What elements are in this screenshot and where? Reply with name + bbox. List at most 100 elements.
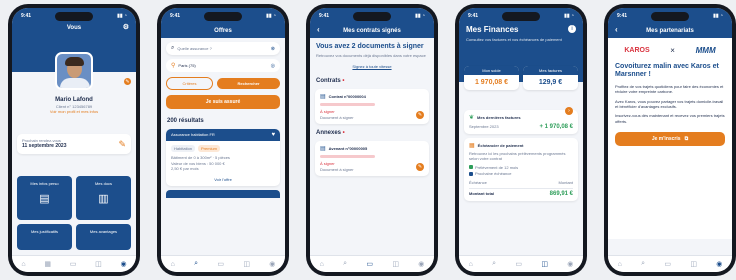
contract-icon[interactable]: ▭	[217, 260, 224, 268]
offer-line: 2,50 € par mois	[171, 166, 199, 172]
wallet-icon[interactable]: ◫	[541, 260, 548, 268]
insured-button[interactable]: Je suis assuré	[166, 95, 280, 109]
home-icon[interactable]: ⌂	[618, 261, 622, 268]
invoices-value: 129,9 €	[538, 79, 563, 87]
contract-icon[interactable]: ▭	[366, 260, 373, 268]
back-arrow-icon[interactable]: ‹	[317, 25, 320, 34]
balance-value: 1 970,08 €	[474, 79, 509, 87]
status-time: 9:41	[21, 13, 32, 19]
next-offer-card[interactable]	[166, 190, 280, 199]
leaf-icon: ❦	[469, 115, 475, 121]
tab-bar: ⌂ ▦ ▭ ◫ ◉	[12, 255, 136, 272]
tab-bar: ⌂ ⌕ ▭ ◫ ◉	[608, 255, 732, 272]
search-tab-icon[interactable]: ⌕	[194, 260, 198, 268]
contracts-section-title: Contrats •	[316, 78, 345, 85]
user-icon[interactable]: ◉	[418, 260, 424, 268]
invoices-box[interactable]: Mes factures 129,9 €	[523, 66, 578, 91]
sign-pen-icon[interactable]: ✎	[416, 111, 424, 120]
results-count: 200 résultats	[167, 118, 204, 124]
progress-strip	[320, 155, 375, 159]
contract-card[interactable]: ▤ Contrat n°00000004 À signer Document à …	[315, 89, 429, 125]
file-icon: ▤	[320, 146, 326, 153]
tile-personal-info[interactable]: Mes infos perso ▤	[17, 176, 72, 220]
external-link-icon: ⧉	[684, 136, 689, 143]
payment-schedule-card[interactable]: ▦ Échéancier de paiement Retrouvez ici le…	[464, 138, 578, 201]
offer-title: Assurance habitation FR	[171, 132, 215, 138]
phone-partnerships: 9:41 ▮▮ ◔ ‹ Mes partenariats KAROS × MMM …	[604, 4, 736, 276]
page-title: Mes contrats signés	[343, 27, 401, 34]
contract-icon[interactable]: ▭	[515, 260, 522, 268]
search-tab-icon[interactable]: ⌕	[343, 260, 347, 268]
total-value: 869,91 €	[549, 190, 573, 197]
locate-icon[interactable]: ◎	[271, 63, 275, 69]
home-icon[interactable]: ⌂	[21, 261, 25, 268]
contract-title: Contrat n°00000004	[328, 94, 366, 100]
search-tab-icon[interactable]: ⌕	[492, 260, 496, 268]
page-title: Mes Finances	[466, 25, 519, 34]
tab-bar: ⌂ ⌕ ▭ ◫ ◉	[161, 255, 285, 272]
close-icon[interactable]: ⊗	[271, 46, 275, 52]
wallet-icon[interactable]: ◫	[392, 260, 399, 268]
search-tab-icon[interactable]: ⌕	[641, 260, 645, 268]
phone-finances: 9:41 ▮▮ ◔ Mes Finances i Consultez vos fa…	[455, 4, 587, 276]
see-offer-link[interactable]: Voir l'offre	[171, 177, 275, 182]
progress-strip	[320, 103, 375, 107]
chevron-right-icon[interactable]: ›	[565, 107, 573, 115]
heart-icon[interactable]: ♥	[271, 132, 275, 138]
tab-bar: ⌂ ⌕ ▭ ◫ ◉	[310, 255, 434, 272]
annexes-section-title: Annexes •	[316, 130, 345, 137]
invoice-amount: + 1 970,08 €	[539, 124, 573, 130]
balance-box[interactable]: Mon solde 1 970,08 €	[464, 66, 519, 91]
tile-proofs[interactable]: Mes justificatifs	[17, 224, 72, 250]
criteria-button[interactable]: Critères	[166, 77, 213, 90]
pen-icon: ✎	[118, 138, 126, 149]
next-appointment-card[interactable]: Prochain rendez-vous 11 septembre 2023 ✎	[17, 134, 131, 155]
annex-card[interactable]: ▤ Avenant n°00000005 À signer Document à …	[315, 141, 429, 176]
invoice-date: Septembre 2023	[469, 124, 499, 130]
paragraph: Avec Karos, vous pouvez partager vos tra…	[615, 98, 724, 109]
finances-subtitle: Consultez vos factures et vos échéances …	[466, 37, 562, 42]
annex-title: Avenant n°00000005	[328, 145, 368, 151]
signature-subtext: Retrouvez vos documents déjà disponibles…	[316, 53, 426, 59]
user-icon[interactable]: ◉	[120, 260, 126, 268]
wallet-icon[interactable]: ◫	[243, 260, 250, 268]
offer-card[interactable]: Assurance habitation FR ♥ Habitation Pre…	[166, 129, 280, 187]
user-icon[interactable]: ◉	[716, 260, 722, 268]
karos-logo: KAROS	[624, 47, 650, 54]
user-icon[interactable]: ◉	[269, 260, 275, 268]
wallet-icon[interactable]: ◫	[95, 260, 102, 268]
user-icon[interactable]: ◉	[567, 260, 573, 268]
home-icon[interactable]: ⌂	[171, 261, 175, 268]
sign-pen-icon[interactable]: ✎	[416, 162, 424, 171]
signup-button[interactable]: Je m'inscris ⧉	[615, 132, 725, 147]
user-name: Mario Lafond	[55, 97, 93, 103]
partner-logos: KAROS × MMM	[608, 38, 732, 59]
search-button[interactable]: Rechercher	[217, 78, 280, 89]
home-icon[interactable]: ⌂	[469, 261, 473, 268]
chart-icon[interactable]: ▦	[44, 260, 51, 268]
profile-link[interactable]: Voir mon profil et mes infos	[12, 109, 136, 114]
contract-icon[interactable]: ▭	[70, 260, 77, 268]
avatar	[55, 52, 93, 90]
tile-benefits[interactable]: Mes avantages	[76, 224, 131, 250]
offer-badge: Premium	[198, 145, 221, 153]
tab-bar: ⌂ ⌕ ▭ ◫ ◉	[459, 255, 583, 272]
paragraph: Inscrivez-vous dès maintenant et recevez…	[615, 113, 725, 124]
tile-documents[interactable]: Mes docs ▥	[76, 176, 131, 220]
gear-icon[interactable]: ⚙	[123, 23, 129, 31]
id-card-icon: ▤	[39, 193, 50, 206]
home-icon[interactable]: ⌂	[320, 261, 324, 268]
location-field[interactable]: ⚲ Paris (75) ◎	[166, 59, 280, 72]
cross-icon: ×	[670, 46, 675, 55]
sign-link[interactable]: Signez à toute vitesse	[316, 64, 428, 69]
info-icon[interactable]: i	[568, 25, 576, 33]
wallet-icon[interactable]: ◫	[690, 260, 697, 268]
contract-icon[interactable]: ▭	[664, 260, 671, 268]
paragraph: Profitez de vos trajets quotidiens pour …	[615, 83, 724, 95]
search-input[interactable]: ⌕ Quelle assurance ? ⊗	[166, 42, 280, 55]
phone-offers: 9:41 ▮▮ ◔ Offres ⌕ Quelle assurance ? ⊗ ⚲…	[157, 4, 289, 276]
offer-badge: Habitation	[171, 145, 196, 153]
invoice-card[interactable]: ❦ Mes dernières factures Septembre 2023 +…	[464, 107, 578, 134]
back-arrow-icon[interactable]: ‹	[615, 25, 618, 34]
edit-badge-icon[interactable]: ✎	[124, 78, 131, 85]
